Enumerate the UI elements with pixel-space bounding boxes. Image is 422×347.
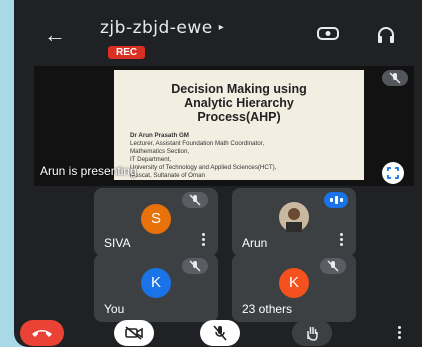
mic-off-icon (382, 70, 408, 86)
more-vert-icon[interactable] (340, 233, 344, 248)
slide-body: Dr Arun Prasath GM Lecturer, Assistant F… (130, 132, 360, 180)
avatar: S (141, 204, 171, 234)
expand-icon[interactable] (382, 162, 404, 184)
headset-icon[interactable] (376, 26, 396, 44)
mic-off-icon (182, 258, 208, 274)
meet-screen: ← zjb-zbjd-ewe ▸ REC Decision Making usin… (14, 0, 422, 347)
camera-off-icon (125, 326, 143, 340)
raise-hand-button[interactable] (292, 320, 332, 346)
more-vert-icon[interactable] (398, 326, 402, 341)
raise-hand-icon (307, 327, 318, 341)
call-controls (14, 312, 422, 347)
mic-off-icon (213, 325, 227, 341)
avatar: K (279, 268, 309, 298)
slide-body-line: IT Department, (130, 156, 172, 163)
meeting-code[interactable]: zjb-zbjd-ewe ▸ (100, 18, 224, 38)
mic-off-icon (182, 192, 208, 208)
slide-title-line: Analytic Hierarchy (184, 96, 294, 110)
participant-tile[interactable]: Arun (232, 188, 356, 256)
mic-off-button[interactable] (200, 320, 240, 346)
speaking-indicator-icon (324, 192, 348, 208)
slide-title-line: Decision Making using (171, 82, 307, 96)
chevron-right-icon: ▸ (218, 22, 225, 33)
avatar: K (141, 268, 171, 298)
camera-off-button[interactable] (114, 320, 154, 346)
top-bar: ← zjb-zbjd-ewe ▸ REC (14, 0, 422, 62)
recording-badge: REC (108, 46, 146, 59)
more-vert-icon[interactable] (202, 233, 206, 248)
participant-tile[interactable]: S SIVA (94, 188, 218, 256)
slide-body-line: Dr Arun Prasath GM (130, 132, 189, 139)
slide-body-line: Muscat, Sultanate of Oman (130, 172, 205, 179)
presenter-label: Arun is presenting (40, 164, 137, 178)
slide-body-line: Lecturer, Assistant Foundation Math Coor… (130, 140, 265, 147)
participant-name: SIVA (104, 236, 131, 250)
meeting-code-text: zjb-zbjd-ewe (100, 18, 213, 38)
slide-title-line: Process(AHP) (197, 110, 281, 124)
slide-body-line: Mathematics Section, (130, 148, 190, 155)
avatar (279, 202, 309, 232)
slide-body-line: University of Technology and Applied Sci… (130, 164, 277, 171)
presentation-slide: Decision Making using Analytic Hierarchy… (114, 70, 364, 180)
presentation-stage[interactable]: Decision Making using Analytic Hierarchy… (34, 66, 414, 186)
back-arrow-icon[interactable]: ← (44, 24, 66, 46)
participant-name: Arun (242, 236, 268, 250)
mic-off-icon (320, 258, 346, 274)
switch-camera-icon[interactable] (317, 26, 339, 41)
hang-up-icon (32, 330, 52, 337)
hang-up-button[interactable] (20, 320, 64, 346)
slide-title: Decision Making using Analytic Hierarchy… (114, 82, 364, 124)
